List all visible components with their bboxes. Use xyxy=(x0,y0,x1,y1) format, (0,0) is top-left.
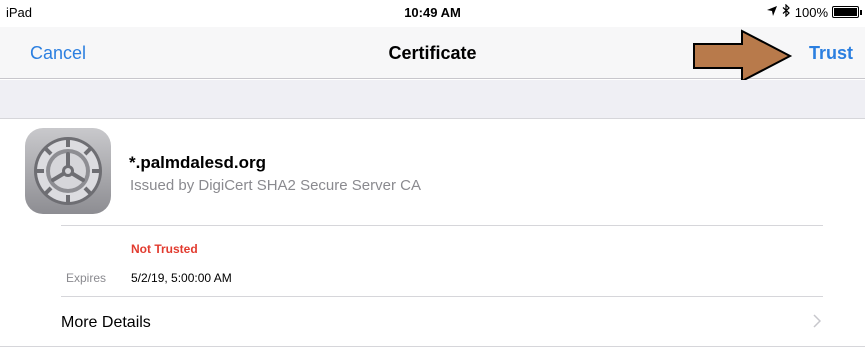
battery-percent: 100% xyxy=(794,4,828,20)
more-details-label: More Details xyxy=(61,314,151,331)
more-details-row[interactable]: More Details xyxy=(0,297,865,347)
section-header xyxy=(0,80,865,119)
bluetooth-icon xyxy=(782,3,791,20)
chevron-right-icon xyxy=(813,314,822,333)
location-icon xyxy=(766,5,778,20)
status-bar: iPad 10:49 AM 100% xyxy=(0,0,865,27)
status-indicators: 100% xyxy=(766,3,862,20)
certificate-issuer: Issued by DigiCert SHA2 Secure Server CA xyxy=(130,177,421,194)
trust-status-badge: Not Trusted xyxy=(131,242,198,256)
certificate-screen: iPad 10:49 AM 100% Cancel Certificate Tr… xyxy=(0,0,865,349)
pointer-arrow-icon xyxy=(693,29,793,83)
certificate-name: *.palmdalesd.org xyxy=(129,153,266,172)
divider xyxy=(61,225,823,226)
expires-label: Expires xyxy=(66,271,107,285)
divider xyxy=(0,346,865,347)
trust-button[interactable]: Trust xyxy=(809,43,853,64)
battery-icon xyxy=(832,6,862,18)
battery-fill xyxy=(834,8,857,16)
settings-gear-icon xyxy=(25,128,111,214)
status-time: 10:49 AM xyxy=(404,5,461,20)
expires-value: 5/2/19, 5:00:00 AM xyxy=(131,271,232,285)
